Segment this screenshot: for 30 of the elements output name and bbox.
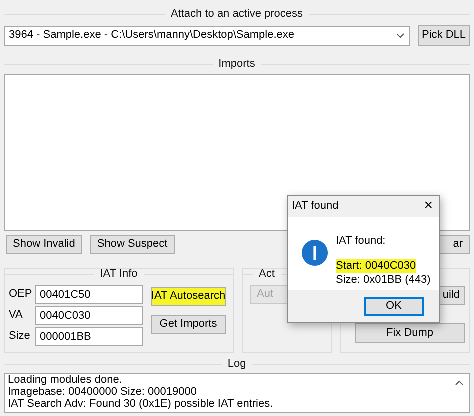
button[interactable]: Show Suspect <box>90 235 175 254</box>
dialog-message: Start: 0040C030 <box>336 258 416 272</box>
button[interactable]: OK <box>364 296 424 316</box>
input-field[interactable]: 000001BB <box>35 327 143 346</box>
chevron-down-icon <box>396 32 405 38</box>
group-title: Act <box>259 266 275 282</box>
button[interactable]: Show Invalid <box>6 235 82 254</box>
info-icon <box>302 240 328 266</box>
dialog-message: Size: 0x01BB (443) <box>336 272 431 286</box>
group-title: IAT Info <box>100 266 138 282</box>
button[interactable]: Get Imports <box>151 315 226 334</box>
scroll-up-icon[interactable] <box>455 380 464 386</box>
input-field[interactable]: 0040C030 <box>35 306 143 325</box>
dialog-title: IAT found <box>292 199 339 214</box>
group-title: Imports <box>218 56 256 72</box>
field-label: VA <box>9 308 24 324</box>
input-field[interactable]: 00401C50 <box>35 285 143 304</box>
dialog-message: IAT found: <box>336 234 387 249</box>
button[interactable]: IAT Autosearch <box>151 287 226 306</box>
field-label: Size <box>9 329 32 344</box>
close-button[interactable]: × <box>424 195 433 218</box>
field-label: OEP <box>9 287 34 302</box>
group-title: Log <box>228 356 246 372</box>
button[interactable]: Fix Dump <box>355 323 465 343</box>
process-dropdown[interactable]: 3964 - Sample.exe - C:\Users\manny\Desktop\Sample.exe <box>4 26 410 46</box>
group-title: Attach to an active process <box>170 6 304 22</box>
button[interactable]: Pick DLL <box>418 25 470 46</box>
log-line: Imagebase: 00400000 Size: 00019000 <box>8 386 198 398</box>
log-line: Loading modules done. <box>8 374 124 386</box>
log-line: IAT Search Adv: Found 30 (0x1E) possible IAT entries. <box>8 398 274 410</box>
